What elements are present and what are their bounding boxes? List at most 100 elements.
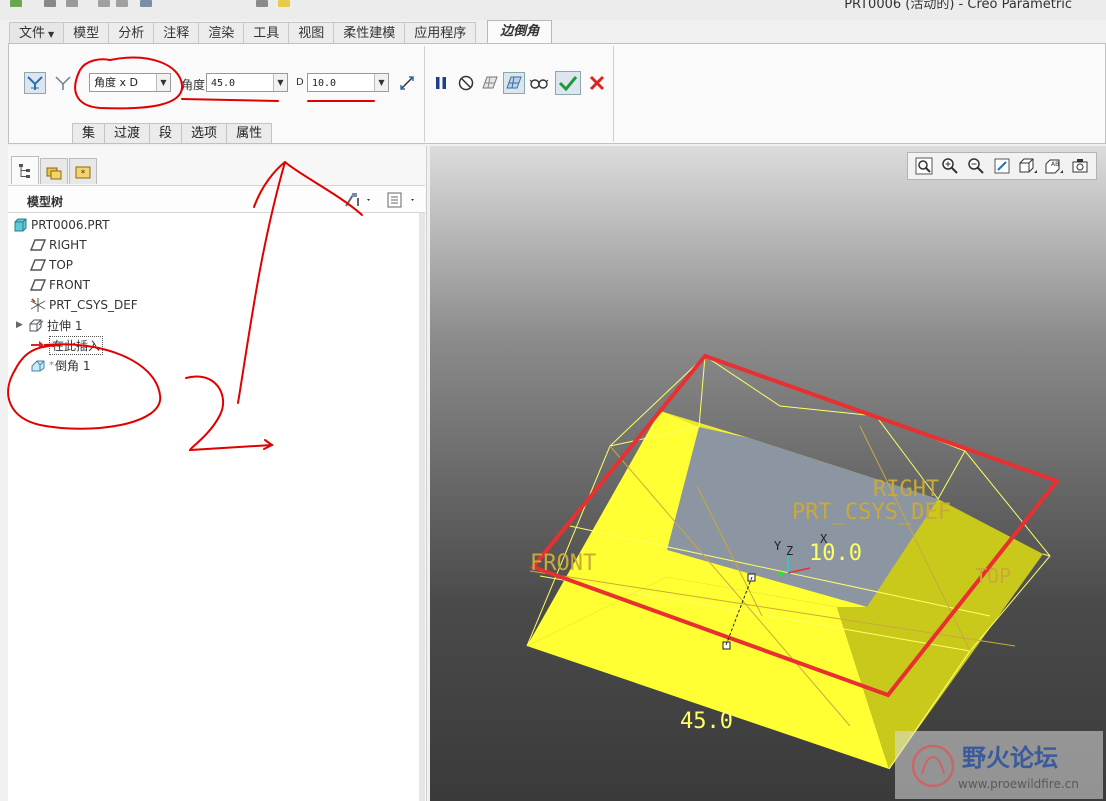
subtab-properties[interactable]: 属性 (226, 123, 273, 143)
model-tree-header: 模型树 (8, 185, 425, 213)
dimension-scheme-select[interactable]: 角度 x D ▼ (89, 73, 171, 92)
tree-node-datum-plane-front[interactable]: FRONT (30, 276, 90, 294)
new-feature-asterisk-icon: * (49, 359, 54, 371)
tab-edge-chamfer[interactable]: 边倒角 (487, 20, 553, 44)
transition-mode-button[interactable] (52, 72, 74, 94)
navigator-panel: * 模型树 PRT0006.PRT RIGHT TOP FRONT PRT_CS… (8, 146, 427, 801)
model-canvas: FRONT RIGHT TOP PRT_CSYS_DEF 10.0 45.0 Y… (526, 353, 1103, 799)
tree-columns-button[interactable] (386, 191, 418, 212)
save-icon[interactable] (66, 0, 78, 7)
tree-node-insert-here[interactable]: 在此插入 (30, 335, 104, 355)
window-title: PRT0006 (活动的) - Creo Parametric (844, 0, 1072, 12)
tab-folder-browser[interactable] (40, 158, 68, 184)
tab-favorites[interactable]: * (69, 158, 97, 184)
tab-file[interactable]: 文件 ▼ (9, 22, 65, 44)
title-bar: PRT0006 (活动的) - Creo Parametric (0, 0, 1106, 20)
cancel-button[interactable] (586, 72, 608, 94)
model-tree-icon (19, 163, 30, 178)
angle-field[interactable]: ▼ (206, 73, 288, 92)
redo-icon[interactable] (116, 0, 128, 7)
no-preview-button[interactable] (455, 72, 477, 94)
verify-mesh-icon (506, 76, 522, 89)
subtab-sets[interactable]: 集 (72, 123, 106, 143)
angle-input[interactable] (211, 78, 265, 89)
datum-label-front: FRONT (530, 551, 596, 576)
tab-annotate[interactable]: 注释 (153, 22, 200, 44)
subtab-pieces[interactable]: 段 (149, 123, 183, 143)
tree-settings-button[interactable] (343, 191, 373, 212)
preview-glasses-button[interactable] (528, 72, 550, 94)
chevron-down-icon[interactable]: ▼ (273, 74, 287, 91)
tree-node-csys[interactable]: PRT_CSYS_DEF (30, 296, 138, 314)
angle-label: 角度 (181, 78, 206, 92)
datum-plane-icon (30, 237, 46, 253)
ribbon-divider (613, 46, 614, 142)
new-icon[interactable] (10, 0, 22, 7)
ribbon-tabs: 文件 ▼ 模型 分析 注释 渲染 工具 视图 柔性建模 应用程序 边倒角 (9, 20, 553, 44)
datum-plane-icon (30, 277, 46, 293)
settings-icon (345, 193, 370, 207)
scheme-value: 角度 x D (94, 76, 138, 89)
tab-flexible-modeling[interactable]: 柔性建模 (333, 22, 406, 44)
undo-icon[interactable] (98, 0, 110, 7)
close-window-icon[interactable] (278, 0, 290, 7)
pause-button[interactable] (430, 72, 452, 94)
tree-scrollbar[interactable] (419, 213, 425, 801)
tab-model[interactable]: 模型 (63, 22, 110, 44)
graphics-window[interactable]: AB FRONT RIGHT TOP PRT_CSYS_DEF 10.0 45.… (430, 146, 1106, 801)
ok-button[interactable] (555, 71, 581, 95)
datum-label-right: RIGHT (873, 477, 939, 502)
tree-node-label: 在此插入 (49, 335, 104, 355)
glasses-icon (529, 79, 549, 89)
tree-node-extrude[interactable]: ▶ 拉伸 1 (16, 316, 82, 334)
no-preview-icon (458, 75, 474, 91)
tree-node-label: RIGHT (49, 238, 87, 252)
list-icon (387, 192, 414, 208)
open-icon[interactable] (44, 0, 56, 7)
set-mode-button[interactable] (24, 72, 46, 94)
tree-node-label: FRONT (49, 278, 90, 292)
tree-node-datum-plane-top[interactable]: TOP (30, 256, 73, 274)
chamfer-feature-icon (30, 357, 46, 373)
favorites-icon: * (75, 166, 91, 179)
subtab-options[interactable]: 选项 (181, 123, 228, 143)
chamfer-dashboard: 角度 x D ▼ 角度 ▼ D ▼ (8, 43, 1106, 144)
flip-icon (400, 76, 414, 90)
ribbon-divider (424, 46, 425, 142)
tab-view[interactable]: 视图 (288, 22, 335, 44)
d-field[interactable]: ▼ (307, 73, 389, 92)
chevron-down-icon: ▼ (48, 30, 55, 39)
extrude-icon (28, 317, 44, 333)
chevron-down-icon[interactable]: ▼ (156, 74, 170, 91)
chevron-down-icon[interactable]: ▼ (374, 74, 388, 91)
tab-tools[interactable]: 工具 (243, 22, 290, 44)
windows-icon[interactable] (256, 0, 268, 7)
flip-direction-button[interactable] (396, 72, 418, 94)
d-input[interactable] (312, 78, 366, 89)
axis-label-z: Z (786, 544, 793, 558)
subtab-transitions[interactable]: 过渡 (104, 123, 151, 143)
tree-node-part[interactable]: PRT0006.PRT (12, 216, 109, 234)
tree-node-label: 倒角 1 (55, 358, 91, 373)
svg-text:*: * (81, 169, 86, 179)
regenerate-icon[interactable] (140, 0, 152, 7)
creo-window: PRT0006 (活动的) - Creo Parametric 文件 ▼ 模型 分… (0, 0, 1106, 801)
tab-render[interactable]: 渲染 (198, 22, 245, 44)
dimension-d-value[interactable]: 10.0 (809, 541, 862, 566)
chamfer-set-icon (27, 76, 43, 90)
tab-analysis[interactable]: 分析 (108, 22, 155, 44)
axis-label-x: X (820, 532, 828, 546)
expand-arrow-icon[interactable]: ▶ (16, 320, 28, 330)
tab-model-tree[interactable] (11, 156, 39, 184)
tree-node-chamfer[interactable]: * 倒角 1 (30, 356, 90, 374)
verify-mode-button[interactable] (503, 72, 525, 94)
chamfer-transition-icon (55, 76, 71, 90)
dimension-angle-value[interactable]: 45.0 (680, 709, 733, 734)
tab-applications[interactable]: 应用程序 (404, 22, 477, 44)
tree-node-datum-plane-right[interactable]: RIGHT (30, 236, 87, 254)
geometry-preview-button[interactable] (479, 72, 501, 94)
csys-label: PRT_CSYS_DEF (792, 500, 951, 525)
tree-node-label: PRT0006.PRT (31, 218, 110, 232)
pause-icon (436, 77, 446, 89)
d-label: D (296, 77, 304, 88)
